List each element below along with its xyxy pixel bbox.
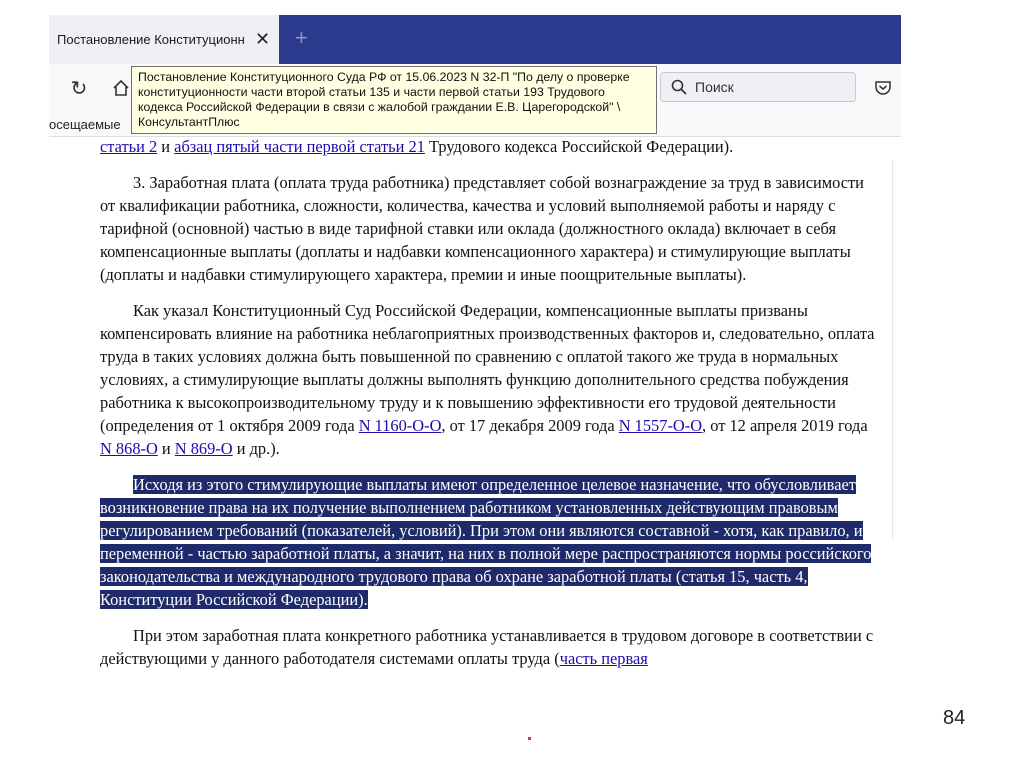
document-body: статьи 2 и абзац пятый части первой стат…: [100, 136, 880, 683]
bookmark-most-visited[interactable]: осещаемые: [49, 117, 121, 132]
p4-mid2: , от 12 апреля 2019 года: [702, 416, 868, 435]
p6-text: При этом заработная плата конкретного ра…: [100, 626, 874, 668]
paragraph-4: Как указал Конституционный Суд Российско…: [100, 299, 880, 460]
link-869[interactable]: N 869-О: [175, 439, 233, 458]
tab-bar: Постановление Конституционн ✕ +: [49, 15, 901, 64]
text-and: и: [157, 137, 175, 156]
paragraph-6: При этом заработная плата конкретного ра…: [100, 624, 880, 670]
tab-title: Постановление Конституционн: [57, 32, 245, 47]
slide-page-number: 84: [943, 707, 966, 729]
close-tab-icon[interactable]: ✕: [255, 29, 270, 49]
p4-and: и: [157, 439, 175, 458]
selected-text[interactable]: Исходя из этого стимулирующие выплаты им…: [100, 475, 872, 609]
search-input[interactable]: Поиск: [660, 72, 856, 102]
paragraph-top: статьи 2 и абзац пятый части первой стат…: [100, 135, 880, 158]
paragraph-3: 3. Заработная плата (оплата труда работн…: [100, 173, 864, 284]
p4-end: и др.).: [232, 439, 280, 458]
paragraph-5-selected[interactable]: Исходя из этого стимулирующие выплаты им…: [100, 473, 880, 611]
link-1557[interactable]: N 1557-О-О: [619, 416, 702, 435]
pocket-icon[interactable]: [871, 76, 895, 100]
divider: [892, 160, 893, 540]
p4-text: Как указал Конституционный Суд Российско…: [100, 301, 875, 435]
new-tab-icon[interactable]: +: [295, 25, 308, 51]
text-tail: Трудового кодекса Российской Федерации).: [424, 137, 734, 156]
p4-mid1: , от 17 декабря 2009 года: [441, 416, 619, 435]
link-part-one[interactable]: часть первая: [560, 649, 648, 668]
link-868[interactable]: N 868-О: [100, 439, 158, 458]
reload-icon[interactable]: ↻: [67, 76, 91, 100]
active-tab[interactable]: Постановление Конституционн ✕: [49, 15, 279, 64]
cursor-dot: [528, 737, 531, 740]
home-icon[interactable]: [109, 76, 133, 100]
search-placeholder: Поиск: [695, 79, 734, 95]
link-tooltip: Постановление Конституционного Суда РФ о…: [131, 66, 657, 134]
search-icon: [671, 79, 687, 95]
link-1160[interactable]: N 1160-О-О: [359, 416, 442, 435]
link-article-2[interactable]: статьи 2: [100, 137, 157, 156]
link-article-21[interactable]: абзац пятый части первой статьи 21: [174, 137, 425, 156]
